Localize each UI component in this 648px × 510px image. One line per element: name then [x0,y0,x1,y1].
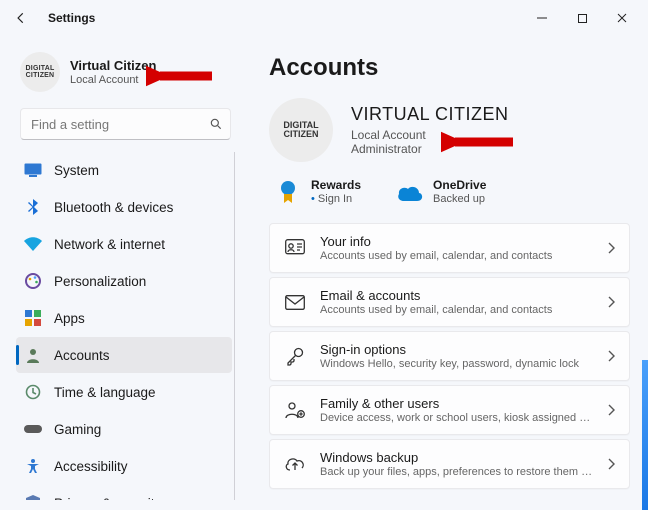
account-type: Local Account [351,128,509,142]
gaming-icon [24,420,42,438]
key-icon [284,345,306,367]
card-sub: Device access, work or school users, kio… [320,412,593,424]
card-windows-backup[interactable]: Windows backup Back up your files, apps,… [269,439,630,489]
account-role: Administrator [351,142,509,156]
sidebar-item-accessibility[interactable]: Accessibility [16,448,232,484]
settings-cards: Your info Accounts used by email, calend… [269,223,630,489]
personalization-icon [24,272,42,290]
account-name: VIRTUAL CITIZEN [351,104,509,125]
minimize-button[interactable] [522,3,562,33]
sidebar-item-time[interactable]: Time & language [16,374,232,410]
window-title: Settings [48,11,95,25]
onedrive-icon [397,179,423,205]
account-header: DIGITAL CITIZEN VIRTUAL CITIZEN Local Ac… [269,98,630,162]
avatar: DIGITAL CITIZEN [20,52,60,92]
card-title: Your info [320,234,593,249]
chevron-right-icon [607,404,615,416]
privacy-icon [24,494,42,500]
network-icon [24,235,42,253]
sidebar-item-apps[interactable]: Apps [16,300,232,336]
card-email-accounts[interactable]: Email & accounts Accounts used by email,… [269,277,630,327]
sidebar: DIGITAL CITIZEN Virtual Citizen Local Ac… [0,36,245,510]
sidebar-item-label: Bluetooth & devices [54,200,173,215]
sidebar-item-system[interactable]: System [16,152,232,188]
sidebar-item-label: Accounts [54,348,110,363]
sidebar-item-label: Privacy & security [54,496,161,501]
sidebar-item-privacy[interactable]: Privacy & security [16,485,232,500]
chevron-right-icon [607,458,615,470]
tile-rewards[interactable]: Rewards Sign In [275,178,361,205]
page-title: Accounts [269,54,630,82]
sidebar-user[interactable]: DIGITAL CITIZEN Virtual Citizen Local Ac… [16,46,235,106]
search-icon [209,117,223,131]
account-tiles: Rewards Sign In OneDrive Backed up [269,178,630,205]
accessibility-icon [24,457,42,475]
tile-sub: Backed up [433,193,486,205]
card-family[interactable]: Family & other users Device access, work… [269,385,630,435]
sidebar-nav[interactable]: System Bluetooth & devices Network & int… [16,152,235,500]
annotation-arrow [146,58,216,94]
sidebar-item-network[interactable]: Network & internet [16,226,232,262]
card-title: Email & accounts [320,288,593,303]
card-title: Windows backup [320,450,593,465]
maximize-button[interactable] [562,3,602,33]
avatar-text: DIGITAL CITIZEN [26,65,55,80]
apps-icon [24,309,42,327]
sidebar-item-bluetooth[interactable]: Bluetooth & devices [16,189,232,225]
sidebar-item-personalization[interactable]: Personalization [16,263,232,299]
time-icon [24,383,42,401]
desktop-edge [642,360,648,510]
card-sub: Accounts used by email, calendar, and co… [320,304,593,316]
back-button[interactable] [6,3,36,33]
family-icon [284,399,306,421]
tile-onedrive[interactable]: OneDrive Backed up [397,178,486,205]
chevron-right-icon [607,350,615,362]
main-panel: Accounts DIGITAL CITIZEN VIRTUAL CITIZEN… [245,36,648,510]
email-icon [284,291,306,313]
sidebar-user-name: Virtual Citizen [70,58,156,73]
sidebar-item-label: Network & internet [54,237,165,252]
search-box[interactable] [20,108,231,140]
sidebar-item-label: Gaming [54,422,101,437]
sidebar-item-label: Apps [54,311,85,326]
chevron-right-icon [607,242,615,254]
tile-sub: Sign In [311,193,361,205]
titlebar: Settings [0,0,648,36]
card-your-info[interactable]: Your info Accounts used by email, calend… [269,223,630,273]
sidebar-item-gaming[interactable]: Gaming [16,411,232,447]
sidebar-item-label: Personalization [54,274,146,289]
avatar-text: DIGITAL CITIZEN [283,121,318,140]
tile-title: OneDrive [433,178,486,192]
card-sub: Accounts used by email, calendar, and co… [320,250,593,262]
card-sub: Windows Hello, security key, password, d… [320,358,593,370]
sidebar-user-type: Local Account [70,74,156,86]
chevron-right-icon [607,296,615,308]
card-title: Family & other users [320,396,593,411]
settings-window: Settings DIGITAL CITIZEN Virtual Citizen… [0,0,648,510]
sidebar-item-label: Time & language [54,385,156,400]
sidebar-item-label: Accessibility [54,459,128,474]
accounts-icon [24,346,42,364]
card-sign-in[interactable]: Sign-in options Windows Hello, security … [269,331,630,381]
avatar: DIGITAL CITIZEN [269,98,333,162]
sidebar-item-label: System [54,163,99,178]
tile-title: Rewards [311,178,361,192]
close-button[interactable] [602,3,642,33]
system-icon [24,161,42,179]
search-input[interactable] [29,116,209,133]
sidebar-item-accounts[interactable]: Accounts [16,337,232,373]
card-title: Sign-in options [320,342,593,357]
card-sub: Back up your files, apps, preferences to… [320,466,593,478]
your-info-icon [284,237,306,259]
bluetooth-icon [24,198,42,216]
backup-icon [284,453,306,475]
rewards-icon [275,179,301,205]
